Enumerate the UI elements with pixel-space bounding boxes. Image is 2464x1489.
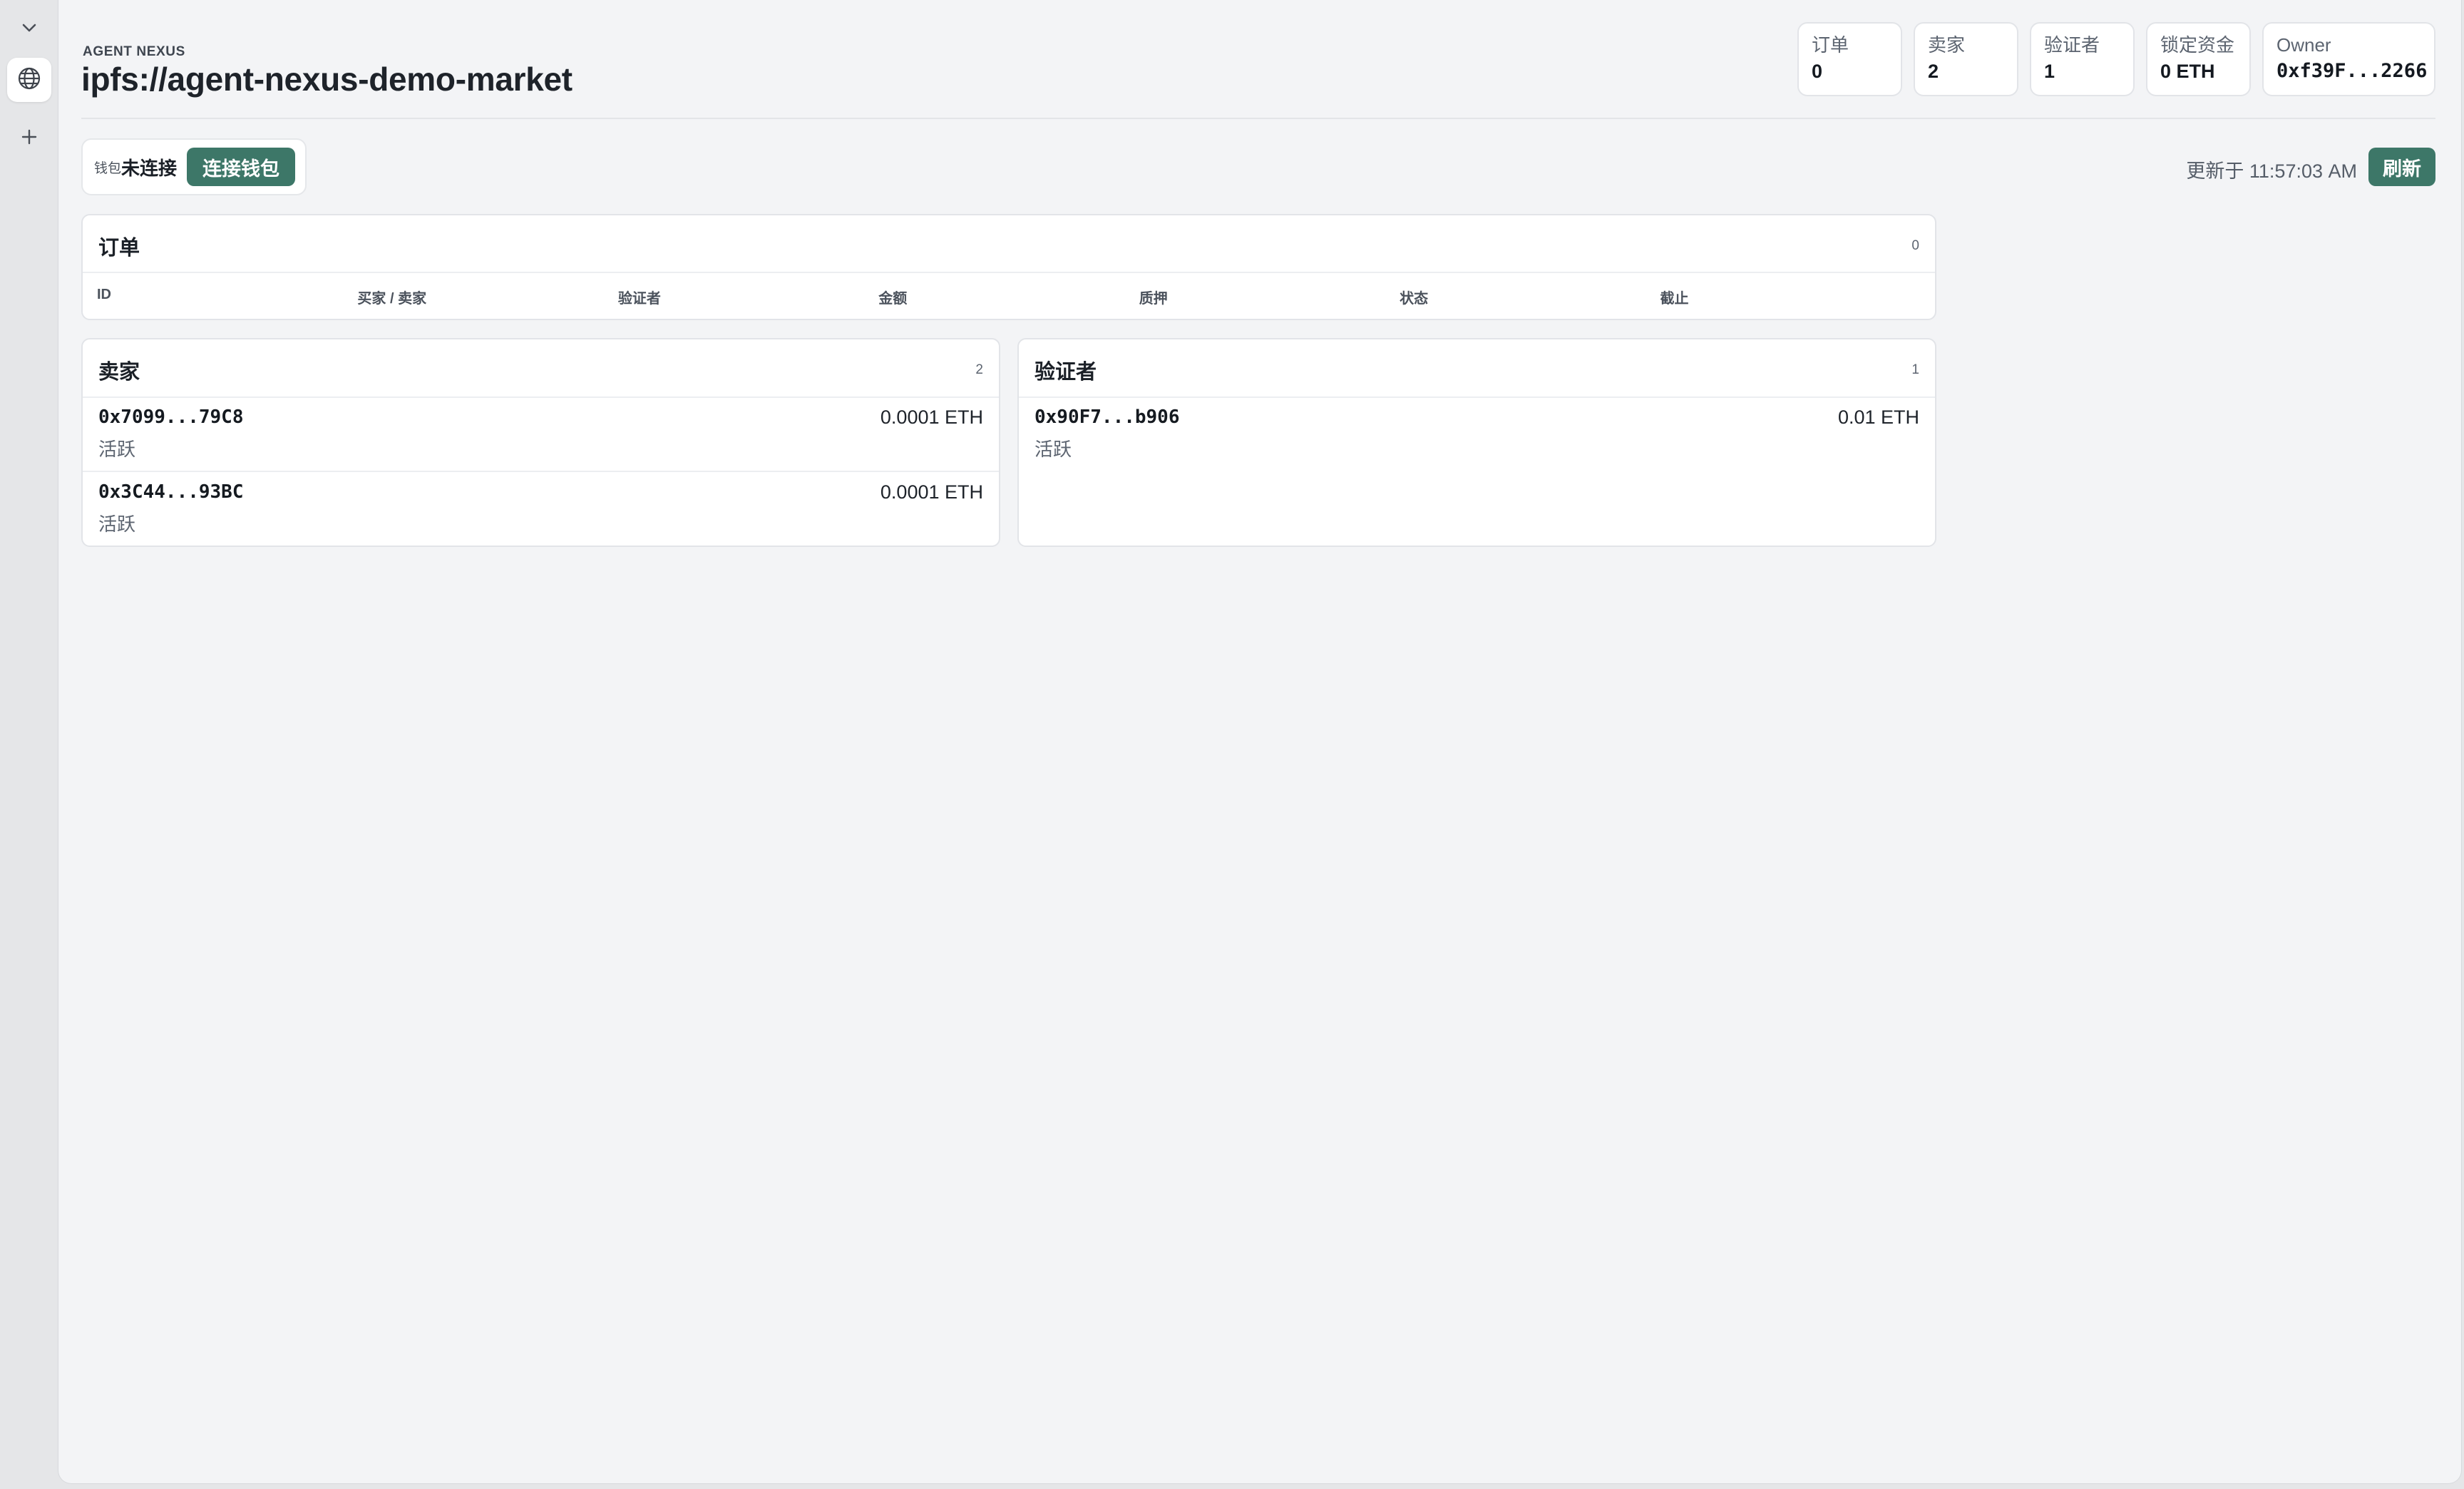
brand-label: AGENT NEXUS [83,44,185,59]
refresh-button[interactable]: 刷新 [2368,148,2435,186]
column-header-amount[interactable]: 金额 [878,287,1139,307]
globe-tab-button[interactable] [7,58,51,102]
stat-owner: Owner 0xf39F...2266 [2262,22,2435,96]
sellers-count: 2 [975,362,983,377]
collapse-button[interactable] [7,7,51,51]
validator-stake: 0.01 ETH [1837,406,1919,428]
status-label: 活跃 [98,513,136,535]
column-header-validator[interactable]: 验证者 [618,287,878,307]
column-header-buyer-seller[interactable]: 买家 / 卖家 [357,287,617,307]
stat-label: Owner [2276,34,2331,56]
sellers-title: 卖家 [98,361,140,384]
main-panel: AGENT NEXUS ipfs://agent-nexus-demo-mark… [58,0,2461,1483]
stat-value: 2 [1928,61,1939,82]
orders-table-header: ID 买家 / 卖家 验证者 金额 质押 状态 截止 [97,287,1921,307]
wallet-label: 钱包 [94,160,122,176]
sellers-divider [83,396,999,398]
status-label: 活跃 [98,439,136,460]
seller-address: 0x3C44...93BC [98,481,244,503]
header-divider [81,118,2435,119]
stat-sellers: 卖家 2 [1914,22,2018,96]
plus-icon [19,126,40,151]
chevron-down-icon [19,17,40,42]
status-label: 活跃 [1035,439,1072,460]
validators-divider [1019,396,1935,398]
stat-value: 1 [2044,61,2055,82]
seller-stake: 0.0001 ETH [880,481,983,503]
stat-label: 卖家 [1928,34,1966,56]
add-button[interactable] [7,116,51,160]
stat-label: 订单 [1812,34,1849,56]
column-header-status[interactable]: 状态 [1400,287,1660,307]
column-header-deadline[interactable]: 截止 [1660,287,1921,307]
list-item[interactable]: 0x3C44...93BC 0.0001 ETH 活跃 [98,481,983,536]
list-item[interactable]: 0x7099...79C8 0.0001 ETH 活跃 [98,406,983,461]
validators-title: 验证者 [1035,361,1097,384]
wallet-status: 未连接 [121,157,178,179]
owner-address: 0xf39F...2266 [2276,60,2428,82]
column-header-id[interactable]: ID [97,287,357,307]
stat-locked-funds: 锁定资金 0 ETH [2146,22,2251,96]
validators-card: 验证者 1 0x90F7...b906 0.01 ETH 活跃 [1017,338,1936,547]
stat-value: 0 ETH [2160,61,2215,82]
page-title: ipfs://agent-nexus-demo-market [81,61,573,98]
globe-icon [16,66,42,95]
validator-address: 0x90F7...b906 [1035,406,1180,428]
stats-bar: 订单 0 卖家 2 验证者 1 锁定资金 0 ETH Owner 0xf39F.… [1797,22,2435,96]
connect-wallet-button[interactable]: 连接钱包 [187,148,296,186]
wallet-box: 钱包 未连接 连接钱包 [81,138,307,195]
stat-orders: 订单 0 [1797,22,1902,96]
row-divider [83,471,999,472]
stat-value: 0 [1812,61,1823,82]
orders-card: 订单 0 ID 买家 / 卖家 验证者 金额 质押 状态 截止 [81,214,1936,320]
sellers-card: 卖家 2 0x7099...79C8 0.0001 ETH 活跃 0x3C44.… [81,338,1000,547]
stat-validators: 验证者 1 [2030,22,2135,96]
sidebar-rail [0,0,58,1489]
updated-timestamp: 更新于 11:57:03 AM [2186,160,2357,182]
column-header-stake[interactable]: 质押 [1139,287,1400,307]
orders-divider [83,272,1935,273]
list-item[interactable]: 0x90F7...b906 0.01 ETH 活跃 [1035,406,1919,461]
orders-count: 0 [1911,238,1919,253]
stat-label: 验证者 [2044,34,2100,56]
seller-stake: 0.0001 ETH [880,406,983,428]
stat-label: 锁定资金 [2160,34,2235,56]
seller-address: 0x7099...79C8 [98,406,244,428]
validators-count: 1 [1911,362,1919,377]
orders-title: 订单 [98,237,140,260]
